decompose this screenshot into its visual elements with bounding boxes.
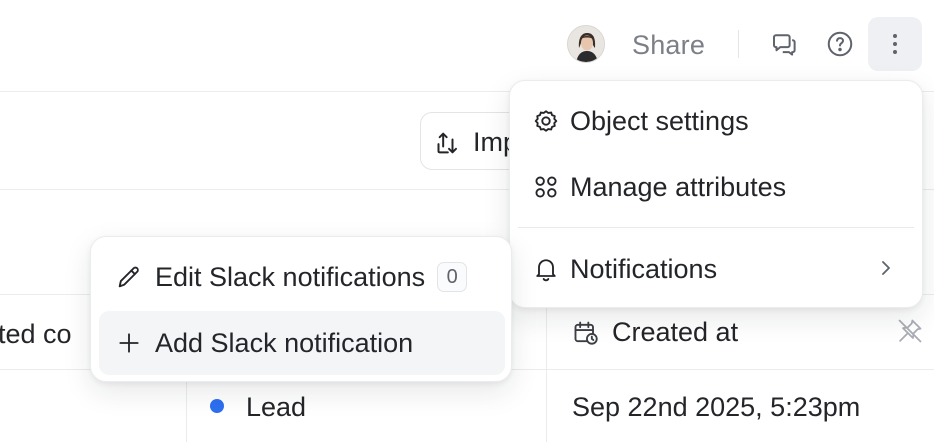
count-badge: 0 <box>437 262 468 292</box>
menu-item-object-settings[interactable]: Object settings <box>518 89 916 153</box>
gear-icon <box>532 107 560 135</box>
chevron-right-icon <box>876 257 896 284</box>
menu-item-label: Manage attributes <box>570 171 787 202</box>
menu-item-notifications[interactable]: Notifications <box>518 237 916 301</box>
bell-icon <box>532 255 560 283</box>
created-at-cell[interactable]: Sep 22nd 2025, 5:23pm <box>572 392 860 423</box>
notifications-submenu: Edit Slack notifications 0 Add Slack not… <box>90 236 512 382</box>
attributes-grid-icon <box>532 173 560 201</box>
share-button[interactable]: Share <box>632 30 705 61</box>
status-tag[interactable]: Lead <box>246 392 306 423</box>
toolbar-divider <box>738 30 739 58</box>
column-header-created-at[interactable]: Created at <box>612 317 738 348</box>
status-dot <box>210 399 224 413</box>
top-bar: Share <box>0 0 934 92</box>
plus-icon <box>115 329 143 357</box>
menu-item-edit-slack-notifications[interactable]: Edit Slack notifications 0 <box>99 245 505 309</box>
import-arrows-icon <box>437 132 457 154</box>
user-avatar[interactable] <box>567 25 605 63</box>
pencil-icon <box>115 263 143 291</box>
menu-item-add-slack-notification[interactable]: Add Slack notification <box>99 311 505 375</box>
menu-item-label: Object settings <box>570 105 749 136</box>
avatar-photo-icon <box>568 26 604 62</box>
menu-item-manage-attributes[interactable]: Manage attributes <box>518 155 916 219</box>
more-options-button[interactable] <box>868 17 922 71</box>
column-divider <box>546 370 547 442</box>
column-header-left[interactable]: ted co <box>0 319 72 350</box>
comments-icon[interactable] <box>766 26 802 62</box>
help-circle-icon[interactable] <box>822 26 858 62</box>
more-vertical-icon <box>893 34 897 54</box>
menu-separator <box>518 227 914 228</box>
menu-item-label: Notifications <box>570 253 718 284</box>
unpin-icon[interactable] <box>896 317 924 345</box>
menu-item-label: Edit Slack notifications <box>155 261 426 292</box>
calendar-clock-icon <box>574 321 598 345</box>
more-options-menu: Object settings Manage attributes Notifi… <box>509 80 923 308</box>
menu-item-label: Add Slack notification <box>155 327 414 358</box>
